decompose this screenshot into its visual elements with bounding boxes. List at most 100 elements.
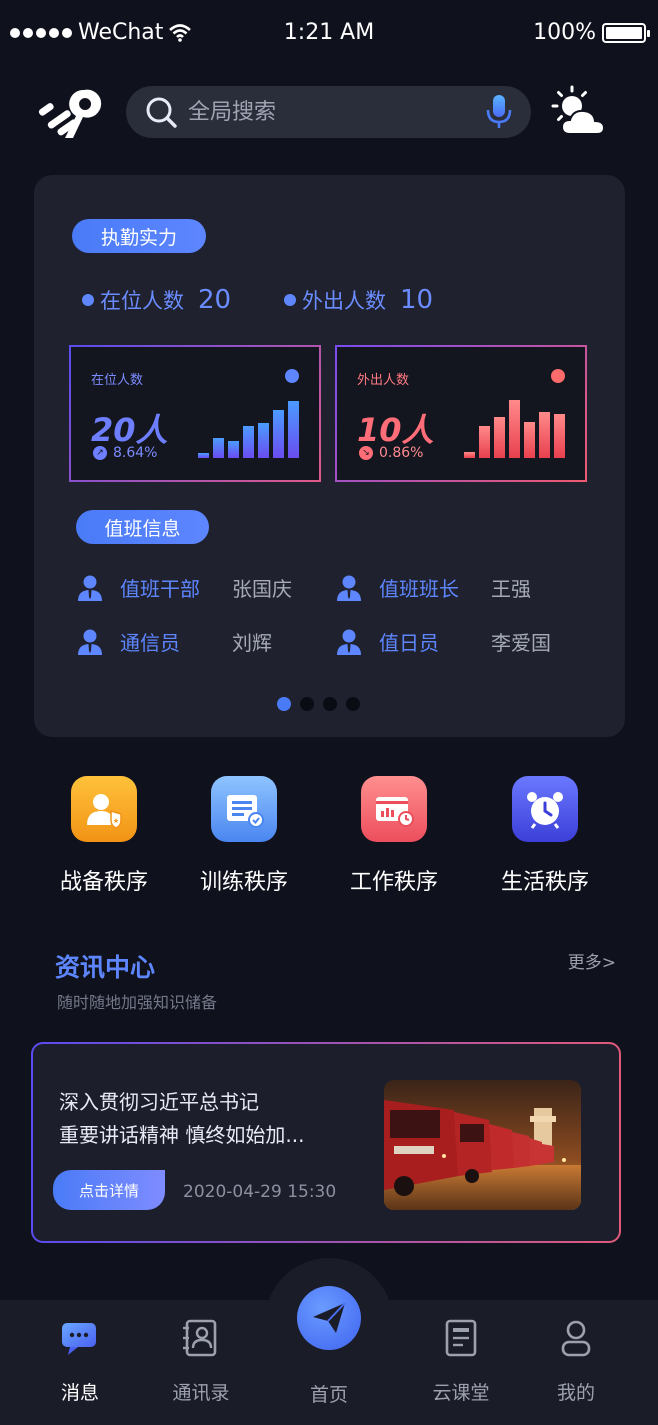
procedure-label: 工作秩序 [349,870,438,895]
mini-bar [198,453,209,458]
weather-partly-cloudy-icon[interactable] [548,84,612,140]
roster-name: 王强 [491,577,531,601]
mini-bar [228,441,239,458]
detail-button[interactable]: 点击详情 [53,1170,165,1210]
roster-role: 值班干部 [120,577,200,601]
news-section-subtitle: 随时随地加强知识储备 [57,993,218,1012]
roster-role: 值日员 [379,631,439,655]
person-icon [337,575,361,601]
chart-clock-icon [361,776,427,842]
trend-down-icon: ↘ [359,446,373,460]
roster-role: 值班班长 [379,577,459,601]
trend-up-icon: ↗ [93,446,107,460]
pager-dot[interactable] [323,697,337,711]
mini-bar [524,422,535,458]
tab-cloud-classroom[interactable]: 云课堂 [411,1318,511,1405]
home-button[interactable] [297,1286,361,1350]
pager-dot-active[interactable] [277,697,291,711]
person-icon [337,629,361,655]
stat-card-change: ↗ 8.64% [93,445,157,461]
tab-profile[interactable]: 我的 [526,1318,626,1405]
out-stat-card[interactable]: 外出人数 10人 ↘ 0.86% [335,345,587,482]
mini-bar [509,400,520,458]
on-duty-stat-card[interactable]: 在位人数 20人 ↗ 8.64% [69,345,321,482]
roster-item[interactable]: 值班干部 张国庆 [78,573,292,602]
mini-bar-chart [464,398,565,458]
procedure-training[interactable]: 训练秩序 [179,776,309,896]
battery-percent: 100% [533,20,596,45]
roster-role: 通信员 [120,631,180,655]
section-pill-duty-info: 值班信息 [76,510,209,544]
roster-item[interactable]: 值班班长 王强 [337,573,531,602]
bullet-dot [82,294,94,306]
stat-card-title: 外出人数 [357,373,410,388]
news-card[interactable]: 深入贯彻习近平总书记 重要讲话精神 慎终如始加... 点击详情 2020-04-… [31,1042,621,1243]
global-search-bar[interactable] [126,86,531,138]
stat-card-change: ↘ 0.86% [359,445,423,461]
battery-status: 100% [533,20,650,45]
status-bar: WeChat 1:21 AM 100% [0,0,658,70]
out-summary: 外出人数 10 [284,285,433,315]
search-input[interactable] [188,99,485,125]
procedure-work[interactable]: 工作秩序 [329,776,459,896]
app-logo [38,89,102,138]
procedure-label: 生活秩序 [500,870,589,895]
battery-icon [602,22,650,43]
mini-bar [273,410,284,458]
stat-card-title: 在位人数 [91,373,144,388]
mini-bar [288,401,299,458]
pager-dot[interactable] [300,697,314,711]
contacts-icon [183,1319,217,1357]
bullet-dot [284,294,296,306]
on-duty-label: 在位人数 [100,289,184,313]
procedure-combat-readiness[interactable]: ★ 战备秩序 [39,776,169,896]
tab-label: 我的 [556,1382,595,1404]
document-check-icon [211,776,277,842]
tab-contacts[interactable]: 通讯录 [151,1318,251,1405]
more-link[interactable]: 更多> [568,948,616,973]
shield-person-icon: ★ [71,776,137,842]
procedure-life[interactable]: 生活秩序 [480,776,610,896]
svg-text:★: ★ [113,817,119,825]
search-icon [146,97,177,128]
tab-messages[interactable]: 消息 [30,1318,130,1405]
headline-line: 深入贯彻习近平总书记 [59,1090,259,1114]
mini-bar [539,412,550,458]
status-dot [285,369,299,383]
procedure-label: 训练秩序 [199,870,288,895]
tab-label-home[interactable]: 首页 [279,1380,379,1407]
person-icon [78,629,102,655]
on-duty-summary: 在位人数 20 [82,285,231,315]
section-pill-strength: 执勤实力 [72,219,206,253]
roster-item[interactable]: 值日员 李爱国 [337,627,551,656]
mini-bar [213,438,224,458]
tab-label: 消息 [60,1382,99,1404]
change-percent: 8.64% [113,445,158,461]
carousel-pager[interactable] [277,697,360,711]
mini-bar-chart [198,398,299,458]
mini-bar [554,414,565,458]
alarm-clock-icon [512,776,578,842]
change-percent: 0.86% [379,445,424,461]
news-section-title: 资讯中心 [55,953,156,982]
chat-bubble-icon [62,1323,96,1355]
tab-label: 云课堂 [432,1382,490,1404]
procedure-label: 战备秩序 [59,870,148,895]
mini-bar [479,426,490,458]
paper-plane-icon [313,1302,346,1333]
mini-bar [494,417,505,458]
roster-item[interactable]: 通信员 刘辉 [78,627,272,656]
status-dot [551,369,565,383]
roster-name: 刘辉 [232,631,272,655]
microphone-icon[interactable] [485,94,513,130]
out-count: 10 [400,285,434,315]
on-duty-count: 20 [198,285,232,315]
mini-bar [464,452,475,458]
tab-label: 通讯录 [172,1382,230,1404]
user-icon [561,1320,591,1357]
pager-dot[interactable] [346,697,360,711]
document-icon [445,1319,477,1357]
news-headline: 深入贯彻习近平总书记 重要讲话精神 慎终如始加... [59,1086,359,1152]
news-date: 2020-04-29 15:30 [183,1182,337,1202]
mini-bar [243,426,254,458]
